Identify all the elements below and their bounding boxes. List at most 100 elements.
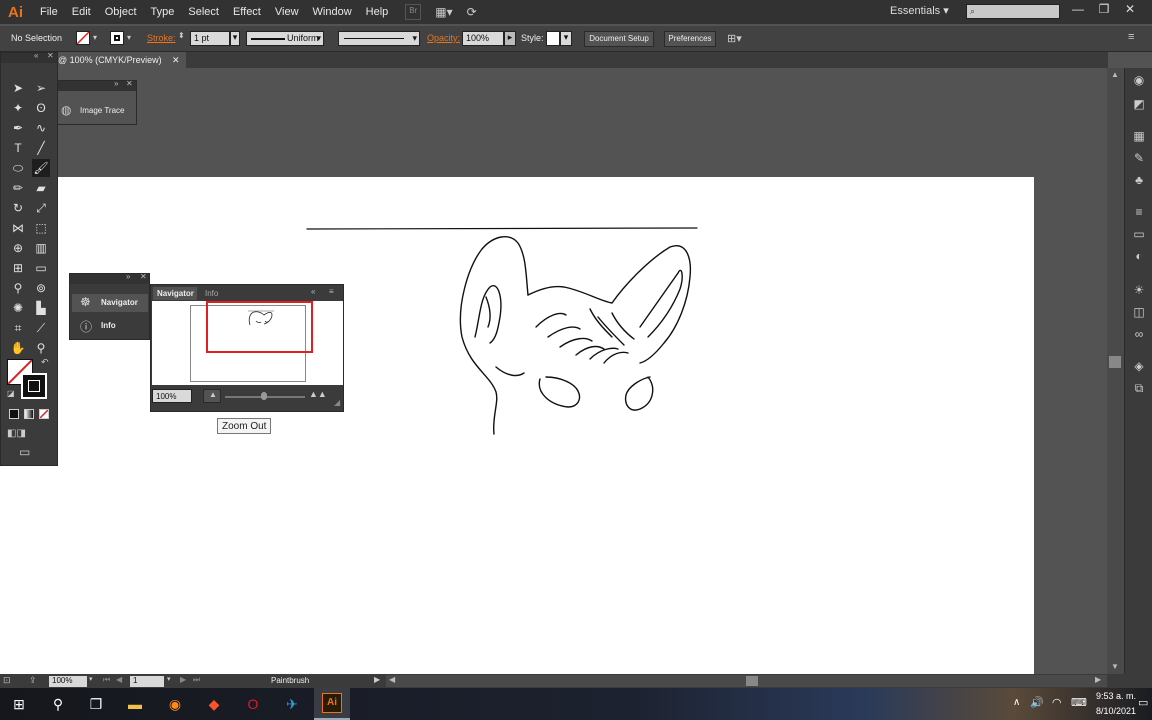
- zoom-in-icon[interactable]: ▲▲: [309, 389, 327, 399]
- shape-builder-tool-icon[interactable]: ⊕: [9, 239, 27, 257]
- slice-tool-icon[interactable]: ⟋: [32, 319, 50, 337]
- scroll-left-icon[interactable]: ◀: [389, 675, 395, 684]
- document-close-icon[interactable]: ✕: [172, 52, 180, 68]
- eyedropper-tool-icon[interactable]: ⚲: [9, 279, 27, 297]
- menu-window[interactable]: Window: [306, 6, 359, 18]
- stroke-color-box[interactable]: [21, 373, 47, 399]
- artboard-number-field[interactable]: 1: [130, 676, 164, 687]
- zoom-dropdown-icon[interactable]: ▾: [89, 675, 93, 683]
- eraser-tool-icon[interactable]: ▰: [32, 179, 50, 197]
- swatches-icon[interactable]: ▦: [1131, 128, 1147, 144]
- zoom-tool-icon[interactable]: ⚲: [32, 339, 50, 357]
- task-view-icon[interactable]: ❐: [84, 692, 108, 716]
- tray-chevron-icon[interactable]: ∧: [1013, 697, 1020, 708]
- stroke-stepper-icon[interactable]: ⬍: [178, 31, 185, 40]
- opacity-label[interactable]: Opacity:: [427, 33, 460, 43]
- width-tool-icon[interactable]: ⋈: [9, 219, 27, 237]
- network-icon[interactable]: ◠: [1052, 696, 1062, 709]
- screen-mode-icon[interactable]: ▭: [19, 445, 30, 459]
- zoom-out-button[interactable]: ▲: [203, 389, 221, 403]
- collapse-icon[interactable]: «: [34, 51, 38, 60]
- control-bar-menu-icon[interactable]: ≡: [1128, 31, 1134, 43]
- windows-start-icon[interactable]: ⊞: [7, 692, 31, 716]
- last-artboard-icon[interactable]: ⏭: [193, 675, 200, 685]
- zoom-slider-thumb[interactable]: [261, 392, 267, 400]
- clock-date[interactable]: 8/10/2021: [1096, 706, 1136, 716]
- export-icon[interactable]: ⇪: [29, 675, 37, 686]
- free-transform-tool-icon[interactable]: ⬚: [32, 219, 50, 237]
- notifications-icon[interactable]: ▭: [1138, 696, 1148, 709]
- close-button[interactable]: ✕: [1118, 2, 1142, 18]
- magic-wand-tool-icon[interactable]: ✦: [9, 99, 27, 117]
- collapse-icon[interactable]: «: [311, 287, 315, 296]
- search-icon[interactable]: ⚲: [46, 692, 70, 716]
- status-menu-icon[interactable]: ▶: [374, 675, 380, 684]
- opacity-field[interactable]: 100%: [462, 31, 504, 46]
- tools-panel-header[interactable]: « ✕: [1, 51, 57, 63]
- creative-cloud-libraries-icon[interactable]: ∞: [1131, 326, 1147, 342]
- column-graph-tool-icon[interactable]: ▙: [32, 299, 50, 317]
- layers-icon[interactable]: ◈: [1131, 358, 1147, 374]
- info-panel-button[interactable]: ⓘ Info: [72, 317, 148, 335]
- navigator-panel-button[interactable]: ☸ Navigator: [72, 294, 148, 312]
- blend-tool-icon[interactable]: ⊚: [32, 279, 50, 297]
- image-trace-panel-header[interactable]: » ✕: [58, 79, 136, 91]
- h-scroll-thumb[interactable]: [746, 676, 758, 686]
- hand-tool-icon[interactable]: ✋: [9, 339, 27, 357]
- search-field[interactable]: ⌕: [966, 4, 1060, 19]
- vertical-scrollbar[interactable]: ▲ ▼: [1107, 68, 1124, 674]
- scale-tool-icon[interactable]: ⤢: [32, 199, 50, 217]
- transparency-icon[interactable]: ◐: [1131, 248, 1147, 264]
- menu-object[interactable]: Object: [98, 6, 144, 18]
- menu-file[interactable]: File: [33, 6, 65, 18]
- stroke-weight-field[interactable]: 1 pt: [190, 31, 230, 46]
- brush-definition[interactable]: ▾: [338, 31, 420, 46]
- graphic-style-dropdown[interactable]: ▾: [560, 31, 572, 46]
- close-panel-icon[interactable]: ✕: [140, 272, 147, 281]
- type-tool-icon[interactable]: T: [9, 139, 27, 157]
- menu-help[interactable]: Help: [359, 6, 396, 18]
- workspace-switcher[interactable]: Essentials ▾: [890, 4, 949, 17]
- stroke-swatch[interactable]: [110, 31, 124, 45]
- horizontal-scrollbar[interactable]: ◀ ▶: [386, 675, 1107, 687]
- menu-effect[interactable]: Effect: [226, 6, 268, 18]
- fill-dropdown-icon[interactable]: ▾: [93, 33, 97, 42]
- mesh-tool-icon[interactable]: ⊞: [9, 259, 27, 277]
- bridge-button[interactable]: Br: [405, 4, 422, 20]
- symbol-sprayer-tool-icon[interactable]: ✺: [9, 299, 27, 317]
- fill-swatch[interactable]: [76, 31, 90, 45]
- ellipse-tool-icon[interactable]: ⬭: [9, 159, 27, 177]
- close-panel-icon[interactable]: ✕: [47, 51, 54, 60]
- image-trace-icon[interactable]: ◍: [61, 103, 71, 117]
- image-trace-label[interactable]: Image Trace: [80, 106, 124, 115]
- artboard-tool-icon[interactable]: ⌗: [9, 319, 27, 337]
- graphic-styles-icon[interactable]: ◫: [1131, 304, 1147, 320]
- panel-menu-icon[interactable]: ≡: [329, 287, 334, 296]
- navigator-zoom-field[interactable]: 100%: [152, 389, 192, 403]
- collapse-icon[interactable]: »: [114, 79, 118, 88]
- opera-icon[interactable]: O: [241, 692, 265, 716]
- opacity-slider-button[interactable]: ▸: [504, 31, 516, 46]
- curvature-tool-icon[interactable]: ∿: [32, 119, 50, 137]
- first-artboard-icon[interactable]: ⏮: [103, 675, 110, 685]
- firefox-icon[interactable]: ◉: [163, 692, 187, 716]
- gpu-performance-icon[interactable]: ⟳: [467, 5, 477, 19]
- preferences-button[interactable]: Preferences: [664, 31, 716, 47]
- color-icon[interactable]: ◉: [1131, 72, 1147, 88]
- clock-time[interactable]: 9:53 a. m.: [1096, 691, 1136, 701]
- line-segment-tool-icon[interactable]: ╱: [32, 139, 50, 157]
- collapsed-panel-header[interactable]: » ✕: [70, 272, 149, 284]
- direct-selection-tool-icon[interactable]: ➢: [32, 79, 50, 97]
- scroll-thumb[interactable]: [1109, 356, 1121, 368]
- default-fill-stroke-icon[interactable]: ◪: [7, 389, 15, 398]
- illustrator-taskbar-button[interactable]: Ai: [314, 688, 350, 720]
- menu-select[interactable]: Select: [181, 6, 226, 18]
- zoom-level-field[interactable]: 100%: [49, 676, 87, 687]
- tab-info[interactable]: Info: [201, 287, 227, 300]
- graphic-style-swatch[interactable]: [546, 31, 560, 46]
- selection-tool-icon[interactable]: ➤: [9, 79, 27, 97]
- stroke-label[interactable]: Stroke:: [147, 33, 176, 43]
- gradient-icon[interactable]: ▭: [1131, 226, 1147, 242]
- menu-view[interactable]: View: [268, 6, 306, 18]
- artboards-icon[interactable]: ⧉: [1131, 380, 1147, 396]
